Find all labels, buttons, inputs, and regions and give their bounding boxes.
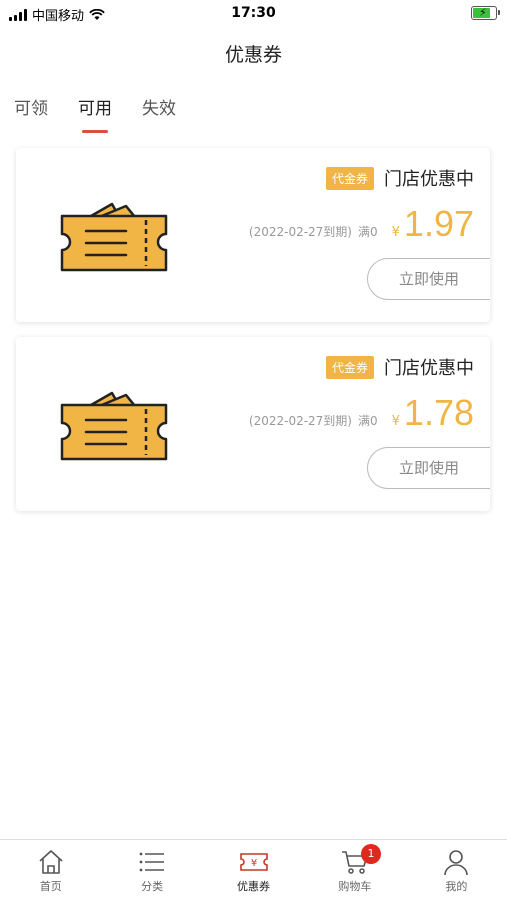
tab-available[interactable]: 可用 [78,94,112,133]
coupon-name: 门店优惠中 [384,358,474,379]
tabbar-label: 首页 [39,880,62,893]
tabbar-label: 我的 [445,880,468,893]
coupon-amount: 1.97 [403,203,474,244]
tabbar-category[interactable]: 分类 [101,840,202,900]
tabbar-coupon[interactable]: ¥ 优惠券 [203,840,304,900]
coupon-card: 代金券 门店优惠中 (2022-02-27到期) 满0 ¥ 1.78 立即使用 [16,337,490,511]
tab-expired[interactable]: 失效 [142,94,176,133]
page-title: 优惠券 [224,44,282,66]
coupon-amount: 1.78 [403,392,474,433]
coupon-expiry: (2022-02-27到期) [248,225,352,239]
coupon-ticket-icon [60,202,168,272]
coupon-threshold: 满0 [358,225,378,239]
coupon-tabs: 可领 可用 失效 [14,94,176,133]
home-icon [39,850,63,874]
tabbar-label: 优惠券 [237,880,271,893]
currency-symbol: ¥ [391,414,400,429]
svg-text:¥: ¥ [250,858,256,869]
battery-icon: ⚡ [471,6,500,20]
tabbar-cart[interactable]: 1 购物车 [304,840,405,900]
charging-bolt-icon: ⚡ [479,6,487,19]
user-icon [444,850,469,876]
coupon-value-row: (2022-02-27到期) 满0 ¥ 1.97 [249,203,474,245]
coupon-threshold: 满0 [358,414,378,428]
status-bar: 中国移动 17:30 ⚡ [0,0,507,28]
coupon-value-row: (2022-02-27到期) 满0 ¥ 1.78 [249,392,474,434]
currency-symbol: ¥ [391,225,400,240]
tabbar-label: 分类 [141,880,164,893]
coupon-card: 代金券 门店优惠中 (2022-02-27到期) 满0 ¥ 1.97 立即使用 [16,148,490,322]
bottom-tab-bar: 首页 分类 ¥ 优惠券 1 购物车 我的 [0,839,507,900]
coupon-icon: ¥ [239,853,268,871]
cart-count-badge: 1 [361,844,381,864]
coupon-title-row: 代金券 门店优惠中 [325,165,474,191]
tab-claimable[interactable]: 可领 [14,94,48,133]
coupon-type-badge: 代金券 [325,355,374,379]
coupon-title-row: 代金券 门店优惠中 [325,354,474,380]
coupon-ticket-icon [60,391,168,461]
coupon-expiry: (2022-02-27到期) [248,414,352,428]
coupon-name: 门店优惠中 [384,169,474,190]
tabbar-home[interactable]: 首页 [0,840,101,900]
use-now-button[interactable]: 立即使用 [367,258,490,300]
tabbar-label: 购物车 [338,880,372,893]
tabbar-profile[interactable]: 我的 [406,840,507,900]
use-now-button[interactable]: 立即使用 [367,447,490,489]
status-time: 17:30 [231,5,276,21]
coupon-type-badge: 代金券 [325,166,374,190]
list-icon [139,852,165,872]
